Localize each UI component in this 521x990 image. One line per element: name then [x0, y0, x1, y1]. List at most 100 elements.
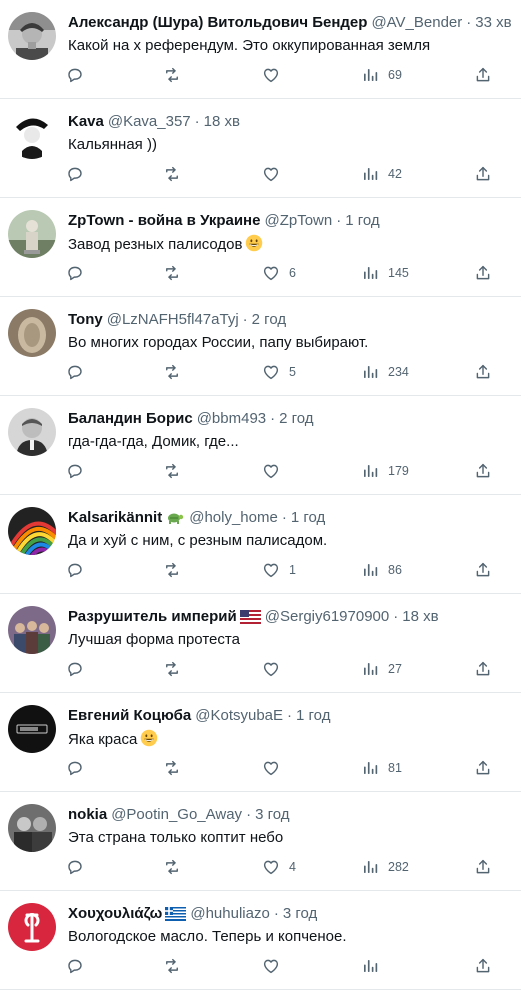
tweet[interactable]: Разрушитель империй @Sergiy61970900 · 18 хв…: [0, 594, 521, 693]
like-button[interactable]: [262, 658, 289, 680]
share-button[interactable]: [474, 361, 492, 383]
tweet[interactable]: nokia @Pootin_Go_Away · 3 год Эта страна тол…: [0, 792, 521, 891]
author-name[interactable]: Разрушитель империй: [68, 608, 237, 625]
retweet-button[interactable]: [163, 460, 181, 482]
retweet-button[interactable]: [163, 658, 181, 680]
timestamp[interactable]: 1 год: [291, 509, 325, 526]
tweet[interactable]: Баландин Борис @bbm493 · 2 год гда-гда-гда, …: [0, 396, 521, 495]
author-handle[interactable]: @AV_Bender: [371, 14, 462, 31]
like-button[interactable]: 4: [262, 856, 296, 878]
avatar[interactable]: [8, 606, 56, 654]
tweet[interactable]: Александр (Шура) Витольдович Бендер @AV_B…: [0, 0, 521, 99]
timestamp[interactable]: 3 год: [255, 806, 289, 823]
views-button[interactable]: 282: [361, 856, 409, 878]
avatar[interactable]: [8, 111, 56, 159]
like-button[interactable]: [262, 163, 289, 185]
author-name[interactable]: Tony: [68, 311, 103, 328]
share-button[interactable]: [474, 262, 492, 284]
reply-button[interactable]: [66, 757, 84, 779]
share-button[interactable]: [474, 757, 492, 779]
retweet-button[interactable]: [163, 262, 181, 284]
author-name[interactable]: Александр (Шура) Витольдович Бендер: [68, 14, 367, 31]
views-button[interactable]: 27: [361, 658, 402, 680]
author-handle[interactable]: @Kava_357: [108, 113, 191, 130]
share-button[interactable]: [474, 460, 492, 482]
author-handle[interactable]: @bbm493: [197, 410, 266, 427]
like-button[interactable]: 5: [262, 361, 296, 383]
avatar[interactable]: [8, 210, 56, 258]
tweet[interactable]: Kava @Kava_357 · 18 хв Кальянная )) 42: [0, 99, 521, 198]
like-button[interactable]: [262, 757, 289, 779]
author-handle[interactable]: @Pootin_Go_Away: [111, 806, 242, 823]
timestamp[interactable]: 2 год: [279, 410, 313, 427]
reply-button[interactable]: [66, 262, 84, 284]
timestamp[interactable]: 2 год: [252, 311, 286, 328]
reply-button[interactable]: [66, 658, 84, 680]
author-name[interactable]: Χουχουλιάζω: [68, 905, 162, 922]
views-button[interactable]: 86: [361, 559, 402, 581]
author-name[interactable]: nokia: [68, 806, 107, 823]
author-handle[interactable]: @holy_home: [189, 509, 278, 526]
avatar[interactable]: [8, 12, 56, 60]
reply-button[interactable]: [66, 955, 84, 977]
retweet-button[interactable]: [163, 163, 181, 185]
retweet-button[interactable]: [163, 955, 181, 977]
tweet[interactable]: Tony @LzNAFH5fl47aTyj · 2 год Во многих горо…: [0, 297, 521, 396]
avatar[interactable]: [8, 309, 56, 357]
tweet[interactable]: ZpTown - война в Украине @ZpTown · 1 год Зав…: [0, 198, 521, 297]
retweet-button[interactable]: [163, 856, 181, 878]
tweet[interactable]: Kalsarikännit @holy_home · 1 год Да и хуй с …: [0, 495, 521, 594]
share-button[interactable]: [474, 64, 492, 86]
tweet[interactable]: Χουχουλιάζω @huhuliazo · 3 год Вологодское м…: [0, 891, 521, 990]
retweet-button[interactable]: [163, 559, 181, 581]
reply-button[interactable]: [66, 64, 84, 86]
timestamp[interactable]: 18 хв: [402, 608, 438, 625]
avatar[interactable]: [8, 507, 56, 555]
views-button[interactable]: 179: [361, 460, 409, 482]
reply-button[interactable]: [66, 460, 84, 482]
timestamp[interactable]: 3 год: [283, 905, 317, 922]
tweet[interactable]: Евгений Коцюба @KotsyubaE · 1 год Яка краса 8…: [0, 693, 521, 792]
like-button[interactable]: 6: [262, 262, 296, 284]
like-button[interactable]: [262, 460, 289, 482]
reply-button[interactable]: [66, 856, 84, 878]
avatar[interactable]: [8, 408, 56, 456]
like-button[interactable]: [262, 955, 289, 977]
share-button[interactable]: [474, 856, 492, 878]
author-handle[interactable]: @Sergiy61970900: [265, 608, 389, 625]
share-button[interactable]: [474, 955, 492, 977]
author-handle[interactable]: @KotsyubaE: [195, 707, 283, 724]
timestamp[interactable]: 18 хв: [204, 113, 240, 130]
author-name[interactable]: Баландин Борис: [68, 410, 193, 427]
timestamp[interactable]: 1 год: [296, 707, 330, 724]
author-name[interactable]: ZpTown - война в Украине: [68, 212, 260, 229]
retweet-button[interactable]: [163, 361, 181, 383]
retweet-button[interactable]: [163, 757, 181, 779]
share-button[interactable]: [474, 163, 492, 185]
author-handle[interactable]: @huhuliazo: [190, 905, 269, 922]
author-handle[interactable]: @ZpTown: [264, 212, 332, 229]
avatar[interactable]: [8, 903, 56, 951]
reply-button[interactable]: [66, 361, 84, 383]
share-button[interactable]: [474, 658, 492, 680]
avatar[interactable]: [8, 705, 56, 753]
author-handle[interactable]: @LzNAFH5fl47aTyj: [107, 311, 239, 328]
like-button[interactable]: [262, 64, 289, 86]
retweet-button[interactable]: [163, 64, 181, 86]
views-button[interactable]: 145: [361, 262, 409, 284]
share-button[interactable]: [474, 559, 492, 581]
views-button[interactable]: 81: [361, 757, 402, 779]
views-button[interactable]: 42: [361, 163, 402, 185]
views-button[interactable]: [361, 955, 388, 977]
author-name[interactable]: Евгений Коцюба: [68, 707, 191, 724]
views-button[interactable]: 69: [361, 64, 402, 86]
timestamp[interactable]: 33 хв: [475, 14, 511, 31]
reply-button[interactable]: [66, 559, 84, 581]
reply-button[interactable]: [66, 163, 84, 185]
like-button[interactable]: 1: [262, 559, 296, 581]
timestamp[interactable]: 1 год: [345, 212, 379, 229]
author-name[interactable]: Kalsarikännit: [68, 509, 162, 526]
views-button[interactable]: 234: [361, 361, 409, 383]
author-name[interactable]: Kava: [68, 113, 104, 130]
avatar[interactable]: [8, 804, 56, 852]
